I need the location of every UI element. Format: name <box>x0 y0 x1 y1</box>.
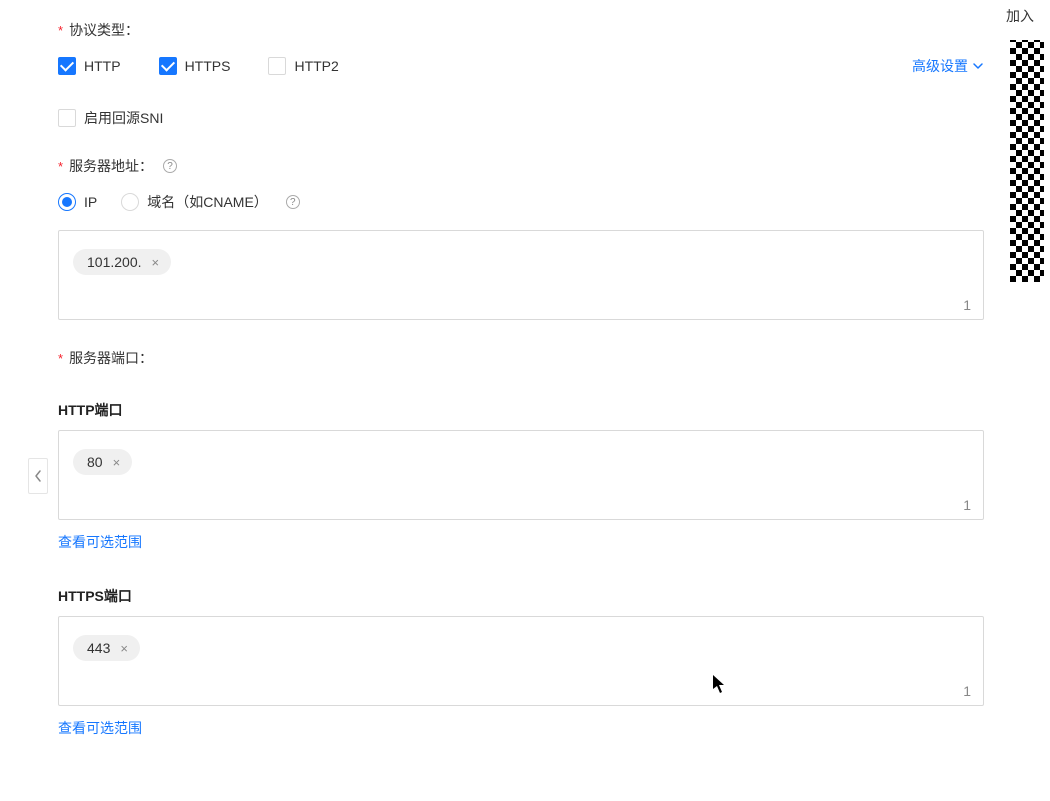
address-ip-label: IP <box>84 194 97 210</box>
protocol-type-label-text: 协议类型： <box>69 20 139 40</box>
http-port-count: 1 <box>963 497 971 513</box>
address-domain-radio[interactable]: 域名（如CNAME） ? <box>121 192 300 212</box>
checkbox-icon <box>58 109 76 127</box>
side-panel: 加入 <box>1004 0 1050 286</box>
required-mark: * <box>58 159 63 174</box>
server-port-label: * 服务器端口： <box>58 348 153 368</box>
https-port-tag: 443 × <box>73 635 140 661</box>
tag-remove-icon[interactable]: × <box>118 641 130 656</box>
enable-sni-label: 启用回源SNI <box>84 108 163 128</box>
https-port-input[interactable]: 443 × 1 <box>58 616 984 706</box>
enable-sni-checkbox[interactable]: 启用回源SNI <box>58 108 984 128</box>
http-port-tag: 80 × <box>73 449 132 475</box>
protocol-http-checkbox[interactable]: HTTP <box>58 57 121 75</box>
cursor-icon <box>712 674 726 694</box>
protocol-https-checkbox[interactable]: HTTPS <box>159 57 231 75</box>
server-port-label-text: 服务器端口： <box>69 348 153 368</box>
https-port-count: 1 <box>963 683 971 699</box>
server-address-label: * 服务器地址： ? <box>58 156 177 176</box>
protocol-type-label: * 协议类型： <box>58 20 139 40</box>
qr-code-icon <box>1006 36 1048 286</box>
help-icon[interactable]: ? <box>163 159 177 173</box>
protocol-type-section: * 协议类型： HTTP HTTPS HTTP2 高级设置 <box>58 20 984 128</box>
chevron-down-icon <box>972 60 984 72</box>
server-address-section: * 服务器地址： ? IP 域名（如CNAME） ? 101.200. × 1 <box>58 156 984 320</box>
radio-icon <box>58 193 76 211</box>
checkbox-icon <box>159 57 177 75</box>
collapse-sidebar-button[interactable] <box>28 458 48 494</box>
required-mark: * <box>58 351 63 366</box>
help-icon[interactable]: ? <box>286 195 300 209</box>
checkbox-icon <box>58 57 76 75</box>
address-tag-value: 101.200. <box>87 254 142 270</box>
protocol-http2-label: HTTP2 <box>294 58 338 74</box>
protocol-http-label: HTTP <box>84 58 121 74</box>
address-ip-radio[interactable]: IP <box>58 193 97 211</box>
checkbox-icon <box>268 57 286 75</box>
https-port-heading: HTTPS端口 <box>58 586 984 606</box>
https-port-tag-value: 443 <box>87 640 110 656</box>
server-address-label-text: 服务器地址： <box>69 156 153 176</box>
server-port-section: * 服务器端口： HTTP端口 80 × 1 查看可选范围 HTTPS端口 44… <box>58 348 984 738</box>
address-domain-label: 域名（如CNAME） <box>147 192 268 212</box>
advanced-settings-toggle[interactable]: 高级设置 <box>912 56 984 76</box>
tag-remove-icon[interactable]: × <box>111 455 123 470</box>
side-join-label: 加入 <box>1006 6 1050 26</box>
protocol-checkbox-row: HTTP HTTPS HTTP2 <box>58 57 339 75</box>
protocol-http2-checkbox[interactable]: HTTP2 <box>268 57 338 75</box>
radio-icon <box>121 193 139 211</box>
http-port-range-link[interactable]: 查看可选范围 <box>58 532 142 552</box>
server-address-radio-row: IP 域名（如CNAME） ? <box>58 192 984 212</box>
address-count: 1 <box>963 297 971 313</box>
tag-remove-icon[interactable]: × <box>150 255 162 270</box>
https-port-range-link[interactable]: 查看可选范围 <box>58 718 142 738</box>
http-port-tag-value: 80 <box>87 454 103 470</box>
required-mark: * <box>58 23 63 38</box>
protocol-https-label: HTTPS <box>185 58 231 74</box>
address-tag: 101.200. × <box>73 249 171 275</box>
server-address-input[interactable]: 101.200. × 1 <box>58 230 984 320</box>
http-port-input[interactable]: 80 × 1 <box>58 430 984 520</box>
http-port-heading: HTTP端口 <box>58 400 984 420</box>
advanced-settings-label: 高级设置 <box>912 56 968 76</box>
